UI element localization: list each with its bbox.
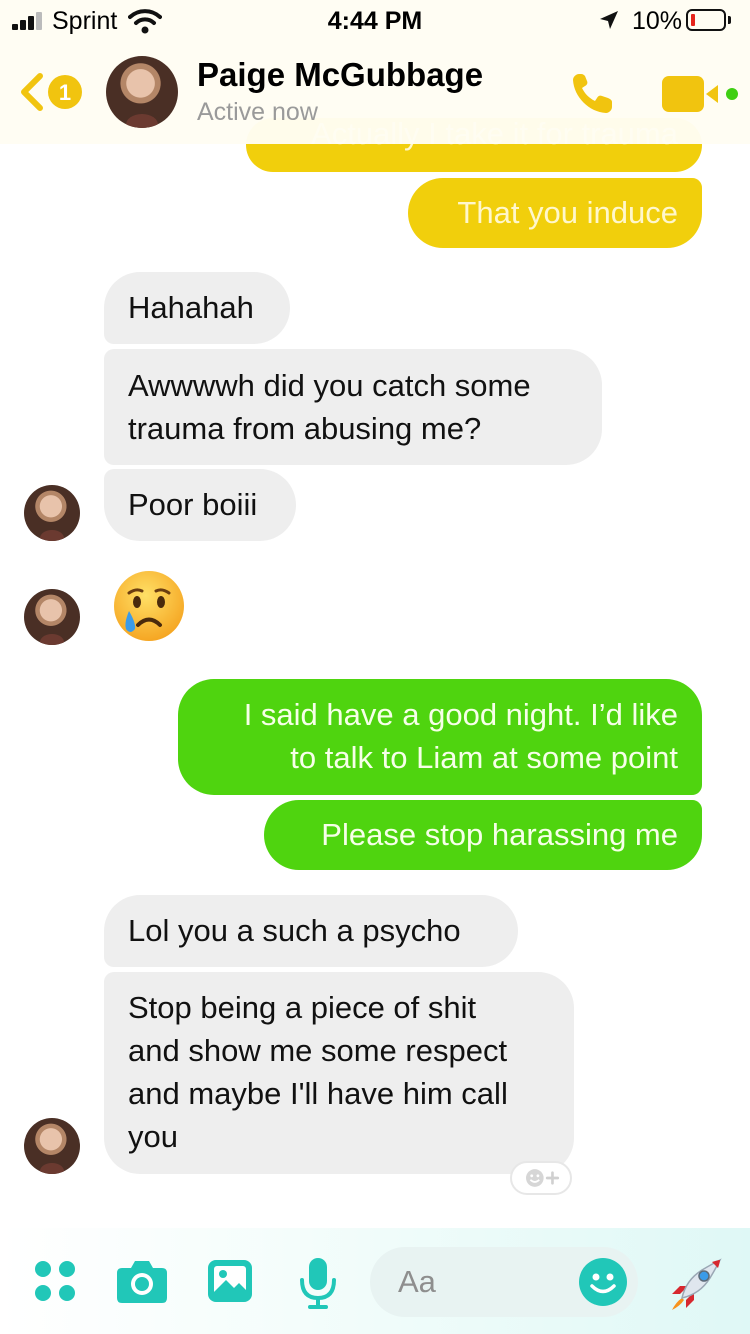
battery-icon	[686, 9, 726, 31]
video-call-icon[interactable]	[662, 74, 742, 114]
sender-avatar[interactable]	[24, 589, 80, 645]
sender-avatar[interactable]	[24, 1118, 80, 1174]
rocket-emoji-icon[interactable]	[668, 1258, 722, 1312]
back-button[interactable]: 1	[18, 70, 88, 114]
contact-name[interactable]: Paige McGubbage	[197, 56, 483, 94]
sender-avatar[interactable]	[24, 485, 80, 541]
battery-percent: 10%	[632, 7, 683, 35]
received-message[interactable]: Poor boiii	[104, 469, 296, 541]
emoji-picker-icon[interactable]	[578, 1257, 628, 1307]
phone-call-icon[interactable]	[570, 70, 616, 116]
more-apps-icon[interactable]	[34, 1260, 76, 1302]
contact-avatar[interactable]	[106, 56, 178, 128]
add-reaction-button[interactable]	[510, 1161, 572, 1195]
photo-gallery-icon[interactable]	[206, 1258, 254, 1304]
location-arrow-icon	[600, 11, 618, 29]
sent-message[interactable]: I said have a good night. I’d like to ta…	[178, 679, 702, 795]
presence-status: Active now	[197, 98, 318, 126]
received-message[interactable]: Lol you a such a psycho	[104, 895, 518, 967]
message-text-field[interactable]	[398, 1261, 578, 1303]
camera-icon[interactable]	[116, 1258, 168, 1304]
received-message[interactable]: Stop being a piece of shit and show me s…	[104, 972, 574, 1174]
message-input[interactable]	[370, 1247, 638, 1317]
battery-nub	[728, 16, 731, 24]
microphone-icon[interactable]	[298, 1256, 338, 1310]
status-bar: Sprint 4:44 PM 10%	[0, 0, 750, 40]
sent-message[interactable]: Please stop harassing me	[264, 800, 702, 870]
conversation-header: 1 Paige McGubbage Active now	[0, 40, 750, 144]
received-message[interactable]: Awwwwh did you catch some trauma from ab…	[104, 349, 602, 465]
received-message[interactable]: Hahahah	[104, 272, 290, 344]
unread-count-badge: 1	[59, 80, 71, 105]
sent-message[interactable]: That you induce	[408, 178, 702, 248]
composer-bar	[0, 1228, 750, 1334]
crying-face-emoji-icon[interactable]	[112, 569, 186, 643]
